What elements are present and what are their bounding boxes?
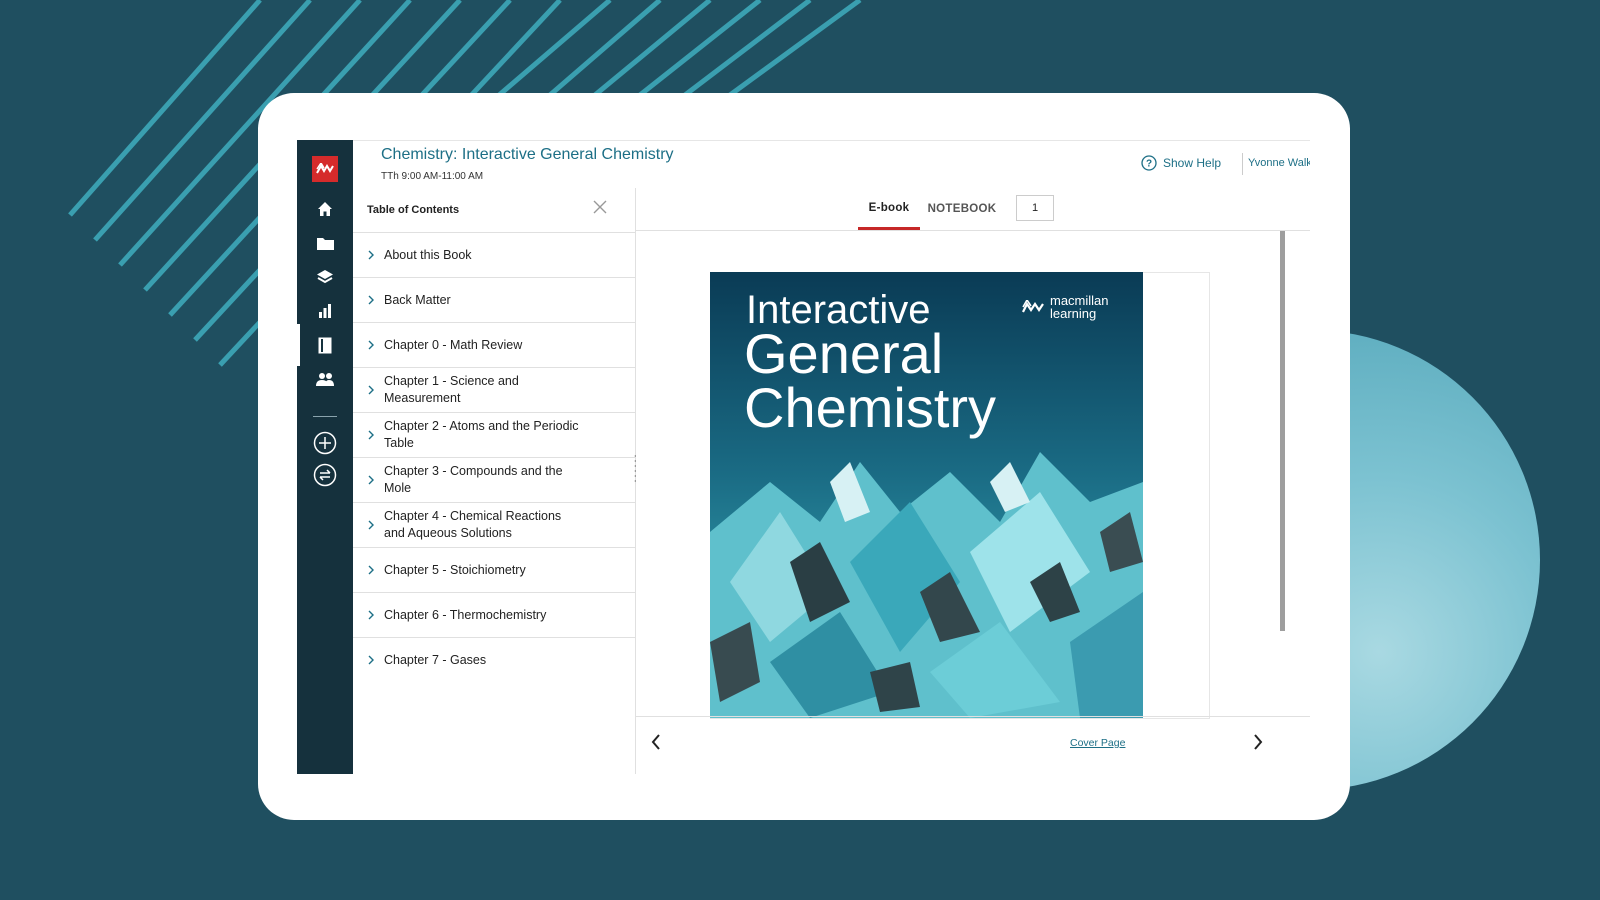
toc-item[interactable]: Chapter 5 - Stoichiometry: [353, 548, 635, 593]
chevron-right-icon: [368, 475, 374, 485]
macmillan-logo-icon: [1022, 300, 1044, 313]
toc-item[interactable]: Chapter 3 - Compounds and the Mole: [353, 458, 635, 503]
toc-item-label: Chapter 4 - Chemical Reactions and Aqueo…: [384, 509, 562, 540]
toc-list: About this Book Back Matter Chapter 0 - …: [353, 233, 635, 682]
toc-item[interactable]: Chapter 6 - Thermochemistry: [353, 593, 635, 638]
reader-tabs: E-book NOTEBOOK: [636, 188, 1310, 231]
reader-scrollbar[interactable]: [1280, 231, 1285, 631]
toc-item[interactable]: Chapter 0 - Math Review: [353, 323, 635, 368]
macmillan-logo-icon[interactable]: [312, 156, 338, 182]
book-icon[interactable]: [297, 324, 353, 366]
chevron-right-icon: [368, 565, 374, 575]
cover-title-line2: General: [744, 322, 944, 385]
folder-icon[interactable]: [297, 230, 353, 256]
help-icon: ?: [1141, 155, 1157, 171]
toc-header: Table of Contents: [353, 188, 635, 233]
toc-item-label: Chapter 0 - Math Review: [384, 337, 523, 352]
toc-item-label: About this Book: [384, 247, 472, 262]
chevron-right-icon: [368, 385, 374, 395]
toc-item-label: Chapter 3 - Compounds and the Mole: [384, 464, 563, 495]
toc-item[interactable]: Chapter 4 - Chemical Reactions and Aqueo…: [353, 503, 635, 548]
crystal-illustration: [710, 452, 1143, 718]
toc-item-label: Chapter 5 - Stoichiometry: [384, 562, 526, 577]
user-name: Yvonne Walker: [1248, 157, 1310, 169]
chevron-right-icon: [368, 655, 374, 665]
people-icon[interactable]: [297, 366, 353, 392]
chevron-left-icon[interactable]: [650, 733, 662, 756]
bar-chart-icon[interactable]: [297, 298, 353, 324]
cover-page-link[interactable]: Cover Page: [1070, 737, 1125, 749]
reader-footer: Cover Page: [636, 716, 1310, 774]
nav-rail: [297, 140, 353, 774]
chevron-right-icon: [368, 295, 374, 305]
app-header: Chemistry: Interactive General Chemistry…: [353, 140, 1310, 191]
tab-ebook[interactable]: E-book: [858, 188, 920, 230]
chevron-right-icon: [368, 340, 374, 350]
toc-item-label: Chapter 2 - Atoms and the Periodic Table: [384, 419, 579, 450]
svg-text:?: ?: [1146, 159, 1152, 170]
publisher-brand: macmillan learning: [1022, 294, 1109, 320]
show-help-button[interactable]: ? Show Help: [1141, 155, 1221, 171]
page-number-input[interactable]: [1016, 195, 1054, 221]
chevron-right-icon[interactable]: [1252, 733, 1264, 756]
chevron-right-icon: [368, 610, 374, 620]
toc-item-label: Chapter 1 - Science and Measurement: [384, 374, 519, 405]
chevron-right-icon: [368, 250, 374, 260]
toc-title: Table of Contents: [367, 204, 460, 216]
chevron-right-icon: [368, 520, 374, 530]
app-window: Chemistry: Interactive General Chemistry…: [297, 140, 1310, 774]
add-circle-icon[interactable]: [297, 430, 353, 456]
publisher-name: macmillan learning: [1050, 293, 1109, 321]
toc-item[interactable]: Back Matter: [353, 278, 635, 323]
switch-icon[interactable]: [297, 462, 353, 488]
rail-divider: [313, 416, 337, 417]
toc-item[interactable]: Chapter 2 - Atoms and the Periodic Table: [353, 413, 635, 458]
show-help-label: Show Help: [1163, 156, 1222, 170]
cover-title-line3: Chemistry: [744, 376, 997, 439]
course-schedule: TTh 9:00 AM-11:00 AM: [381, 171, 484, 182]
reader-pane: E-book NOTEBOOK Interactive General Chem…: [636, 188, 1310, 774]
layers-icon[interactable]: [297, 264, 353, 290]
toc-panel: Table of Contents About this Book Back M…: [353, 188, 636, 774]
toc-item[interactable]: About this Book: [353, 233, 635, 278]
toc-item-label: Chapter 6 - Thermochemistry: [384, 607, 547, 622]
book-cover: Interactive General Chemistry macmillan …: [710, 272, 1143, 718]
toc-item-label: Back Matter: [384, 292, 451, 307]
toc-item-label: Chapter 7 - Gases: [384, 652, 487, 667]
header-divider: [1242, 153, 1243, 175]
chevron-right-icon: [368, 430, 374, 440]
tab-notebook[interactable]: NOTEBOOK: [926, 188, 998, 230]
user-menu[interactable]: Yvonne Walker: [1248, 157, 1310, 169]
toc-item[interactable]: Chapter 1 - Science and Measurement: [353, 368, 635, 413]
home-icon[interactable]: [297, 196, 353, 222]
course-title: Chemistry: Interactive General Chemistry: [381, 146, 674, 163]
close-icon[interactable]: [593, 200, 607, 219]
toc-item[interactable]: Chapter 7 - Gases: [353, 638, 635, 682]
